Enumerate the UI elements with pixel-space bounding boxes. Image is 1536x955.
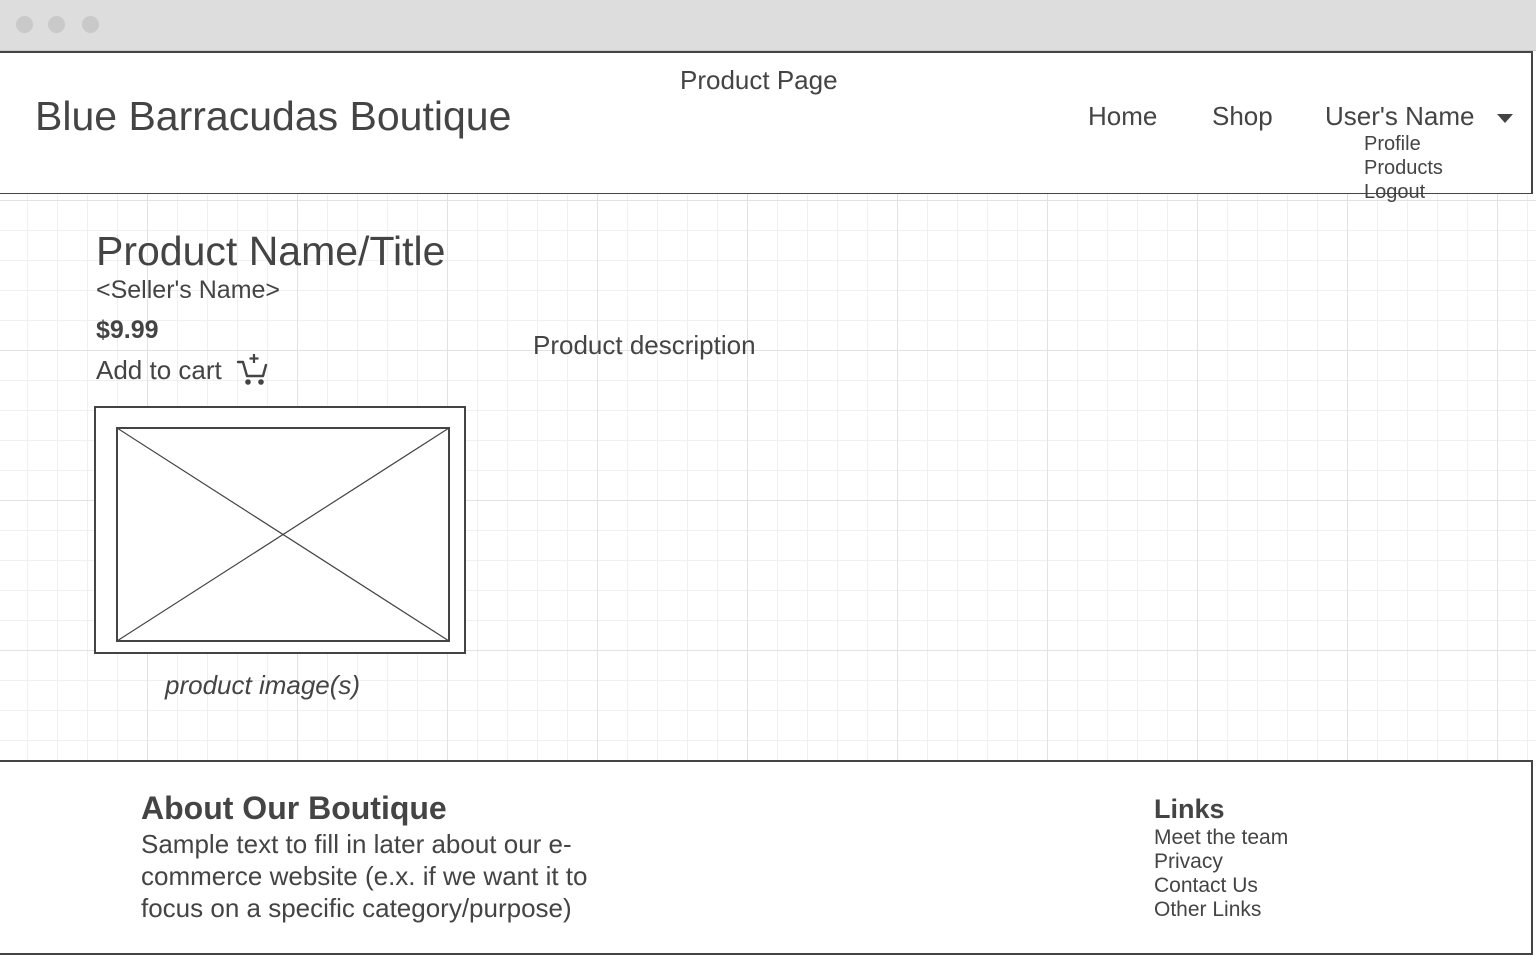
dropdown-item-profile[interactable]: Profile <box>1364 132 1443 156</box>
about-heading: About Our Boutique <box>141 790 447 826</box>
product-image-frame <box>94 406 466 654</box>
user-dropdown-menu: Profile Products Logout <box>1364 132 1443 204</box>
user-menu-toggle[interactable]: User's Name <box>1325 101 1474 132</box>
seller-name[interactable]: <Seller's Name> <box>96 276 280 305</box>
nav-shop-link[interactable]: Shop <box>1212 101 1273 132</box>
page-caption: Product Page <box>680 65 838 95</box>
add-to-cart-button[interactable]: Add to cart <box>96 352 268 388</box>
add-to-cart-label: Add to cart <box>96 354 222 385</box>
window-close-dot[interactable] <box>16 16 33 33</box>
site-footer: About Our Boutique Sample text to fill i… <box>0 760 1533 955</box>
links-heading: Links <box>1154 794 1225 824</box>
window-titlebar <box>0 0 1536 51</box>
product-image-caption: product image(s) <box>165 670 361 700</box>
about-text: Sample text to fill in later about our e… <box>141 829 588 923</box>
footer-links-list: Meet the team Privacy Contact Us Other L… <box>1154 826 1288 922</box>
dropdown-item-products[interactable]: Products <box>1364 156 1443 180</box>
product-title: Product Name/Title <box>96 228 446 274</box>
site-header: Product Page Blue Barracudas Boutique Ho… <box>0 51 1533 195</box>
footer-link-other-links[interactable]: Other Links <box>1154 898 1288 922</box>
dropdown-item-logout[interactable]: Logout <box>1364 180 1443 204</box>
chevron-down-icon[interactable] <box>1497 114 1513 123</box>
image-placeholder-icon[interactable] <box>116 427 450 642</box>
nav-home-link[interactable]: Home <box>1088 101 1157 132</box>
window-minimize-dot[interactable] <box>48 16 65 33</box>
footer-link-contact-us[interactable]: Contact Us <box>1154 874 1288 898</box>
footer-link-privacy[interactable]: Privacy <box>1154 850 1288 874</box>
brand-logo-text[interactable]: Blue Barracudas Boutique <box>35 93 511 140</box>
footer-link-meet-the-team[interactable]: Meet the team <box>1154 826 1288 850</box>
window-zoom-dot[interactable] <box>82 16 99 33</box>
product-price: $9.99 <box>96 316 159 344</box>
product-description: Product description <box>533 330 756 360</box>
add-to-cart-icon[interactable] <box>236 353 268 387</box>
